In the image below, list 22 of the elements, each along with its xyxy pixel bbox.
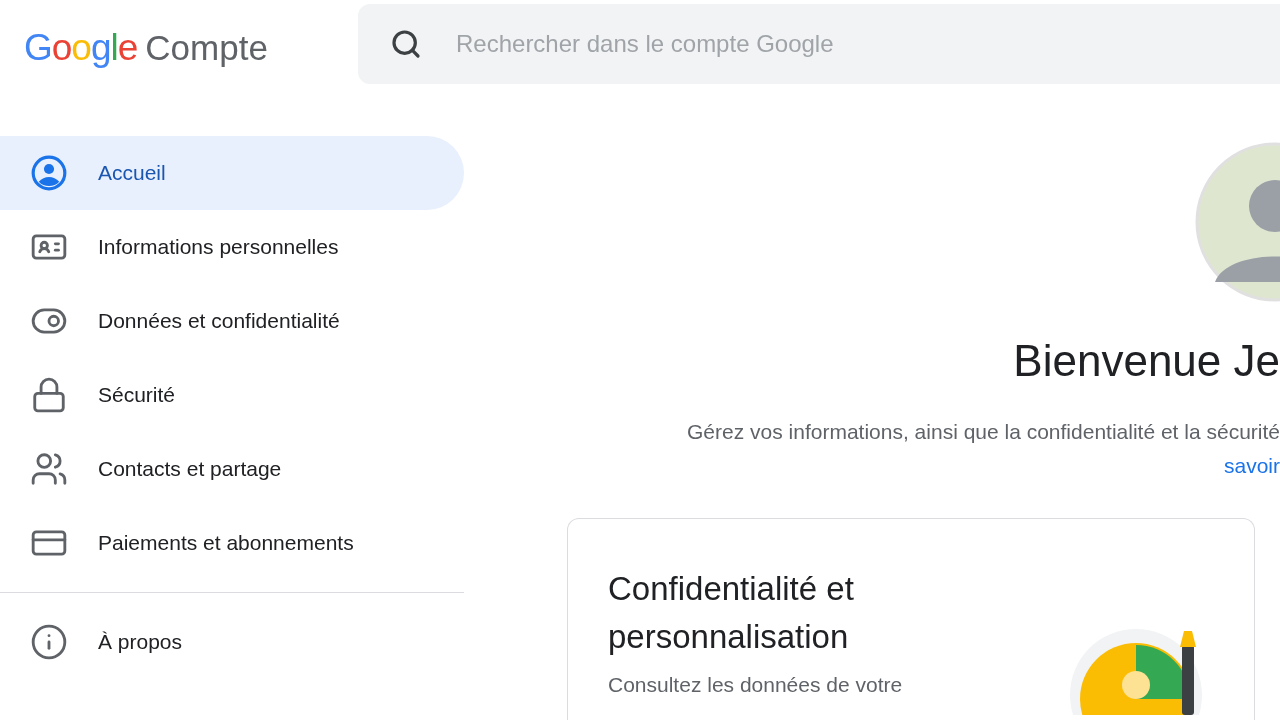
product-name: Compte bbox=[145, 28, 268, 68]
people-icon bbox=[30, 450, 68, 488]
nav-item[interactable]: Sécurité bbox=[0, 358, 464, 432]
card-title: Confidentialité et personnalisation bbox=[608, 569, 855, 657]
description: Gérez vos informations, ainsi que la confidentialité et la sécurité bbox=[687, 420, 1280, 444]
welcome-heading: Bienvenue Je bbox=[1013, 336, 1280, 386]
search-icon bbox=[390, 28, 422, 60]
account-circle-icon bbox=[30, 154, 68, 192]
info-icon bbox=[30, 623, 68, 661]
nav-item[interactable]: Informations personnelles bbox=[0, 210, 464, 284]
search-input[interactable]: Rechercher dans le compte Google bbox=[454, 29, 1280, 59]
nav-item[interactable]: Données et confidentialité bbox=[0, 284, 464, 358]
privacy-card[interactable]: Confidentialité et personnalisation Consultez les données de votre bbox=[567, 518, 1255, 720]
lock-icon bbox=[30, 376, 68, 414]
search-field[interactable]: Rechercher dans le compte Google bbox=[358, 4, 1280, 84]
nav-item[interactable]: À propos bbox=[0, 605, 464, 679]
card-description: Consultez les données de votre bbox=[608, 673, 904, 697]
nav-item[interactable]: Accueil bbox=[0, 136, 464, 210]
learn-more-link[interactable]: savoir bbox=[1223, 454, 1280, 478]
nav-item[interactable]: Paiements et abonnements bbox=[0, 506, 464, 580]
google-logo: Google bbox=[24, 27, 138, 69]
nav-item[interactable]: Contacts et partage bbox=[0, 432, 464, 506]
